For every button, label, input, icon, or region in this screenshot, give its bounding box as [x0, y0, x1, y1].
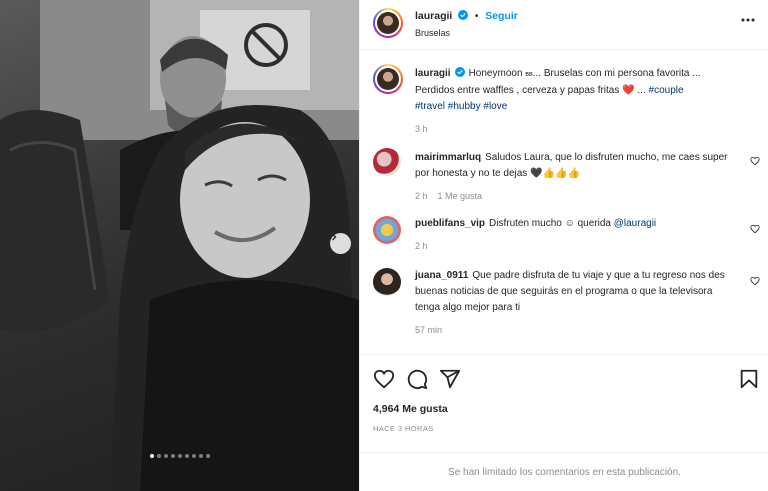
- post-actions: 4,964 Me gusta HACE 3 HORAS Se han limit…: [360, 354, 768, 491]
- like-comment-icon[interactable]: [750, 224, 760, 234]
- carousel-dot: [156, 454, 161, 458]
- like-count[interactable]: 4,964 Me gusta: [373, 403, 448, 415]
- post-side-panel: lauragii • Seguir Bruselas lauragii Honey…: [359, 0, 768, 491]
- follow-button[interactable]: Seguir: [485, 10, 518, 22]
- comment-item: pueblifans_vip Disfruten mucho ☺ querida …: [360, 212, 768, 262]
- carousel-dot: [149, 454, 154, 458]
- commenter-avatar[interactable]: [373, 268, 401, 296]
- comments-list[interactable]: lauragii Honeymoon вв... Bruselas con mi …: [360, 50, 768, 354]
- chevron-right-icon: [332, 233, 337, 241]
- comment-text: Disfruten mucho: [489, 218, 562, 229]
- heart-emoji: ❤️: [622, 85, 635, 96]
- comment-text-2: querida: [577, 218, 611, 229]
- post-header: lauragii • Seguir Bruselas: [360, 0, 768, 50]
- author-username[interactable]: lauragii: [415, 10, 452, 22]
- photo-illustration: [0, 0, 359, 491]
- caption-text-line2: Perdidos entre waffles , cerveza y papas…: [415, 85, 620, 96]
- comment-time[interactable]: 2 h: [415, 241, 428, 251]
- caption-ellipsis: ...: [634, 85, 649, 96]
- post-location[interactable]: Bruselas: [415, 28, 450, 38]
- comment-item: mairimmarluq Saludos Laura, que lo disfru…: [360, 146, 768, 206]
- carousel-dot: [184, 454, 189, 458]
- carousel-next-button[interactable]: [330, 233, 351, 254]
- caption-text-start: Honeymoon: [468, 68, 523, 79]
- more-options-icon[interactable]: [741, 18, 755, 22]
- caption-text-line1: ... Bruselas con mi persona favorita ...: [532, 68, 701, 79]
- heart-icon[interactable]: [373, 368, 395, 390]
- comment-likes[interactable]: 1 Me gusta: [438, 191, 483, 201]
- comments-limited-notice: Se han limitado los comentarios en esta …: [360, 452, 768, 491]
- comment-meta: 57 min: [415, 322, 735, 338]
- verified-badge-icon: [458, 10, 469, 20]
- carousel-dot: [191, 454, 196, 458]
- post-timestamp[interactable]: HACE 3 HORAS: [373, 424, 434, 433]
- comment-username[interactable]: pueblifans_vip: [415, 218, 485, 229]
- hashtag-link[interactable]: #love: [483, 101, 507, 112]
- comment-meta: 2 h 1 Me gusta: [415, 188, 735, 204]
- comment-item: juana_0911 Que padre disfruta de tu viaje…: [360, 264, 768, 344]
- carousel-dot: [170, 454, 175, 458]
- share-icon[interactable]: [439, 368, 461, 390]
- bookmark-icon[interactable]: [738, 368, 760, 390]
- like-comment-icon[interactable]: [750, 156, 760, 166]
- hashtag-link[interactable]: #couple: [649, 85, 684, 96]
- comment-meta: 2 h: [415, 238, 735, 254]
- comment-emojis: 🖤👍👍👍: [530, 168, 580, 179]
- carousel-dot: [205, 454, 210, 458]
- comment-username[interactable]: mairimmarluq: [415, 152, 481, 163]
- post-photo[interactable]: [0, 0, 359, 491]
- comment-username[interactable]: juana_0911: [415, 270, 468, 281]
- caption-time[interactable]: 3 h: [415, 124, 428, 134]
- carousel-dot: [177, 454, 182, 458]
- carousel-dot: [163, 454, 168, 458]
- caption-avatar[interactable]: [373, 64, 403, 94]
- commenter-avatar[interactable]: [373, 148, 401, 176]
- hashtag-link[interactable]: #hubby: [448, 101, 481, 112]
- commenter-avatar[interactable]: [373, 216, 401, 244]
- comment-icon[interactable]: [406, 368, 428, 390]
- carousel-dot: [198, 454, 203, 458]
- mention-link[interactable]: @lauragii: [614, 218, 656, 229]
- comment-time[interactable]: 2 h: [415, 191, 428, 201]
- comment-time[interactable]: 57 min: [415, 325, 442, 335]
- carousel-indicator: [0, 454, 359, 458]
- caption-meta: 3 h: [415, 121, 735, 137]
- smile-emoji: ☺: [564, 218, 575, 229]
- verified-badge-icon: [454, 67, 465, 77]
- author-avatar[interactable]: [373, 8, 403, 38]
- hashtag-link[interactable]: #travel: [415, 101, 445, 112]
- caption-small-caps: вв: [525, 71, 533, 78]
- like-comment-icon[interactable]: [750, 276, 760, 286]
- post-caption: lauragii Honeymoon вв... Bruselas con mi …: [360, 62, 768, 144]
- caption-username[interactable]: lauragii: [415, 68, 451, 79]
